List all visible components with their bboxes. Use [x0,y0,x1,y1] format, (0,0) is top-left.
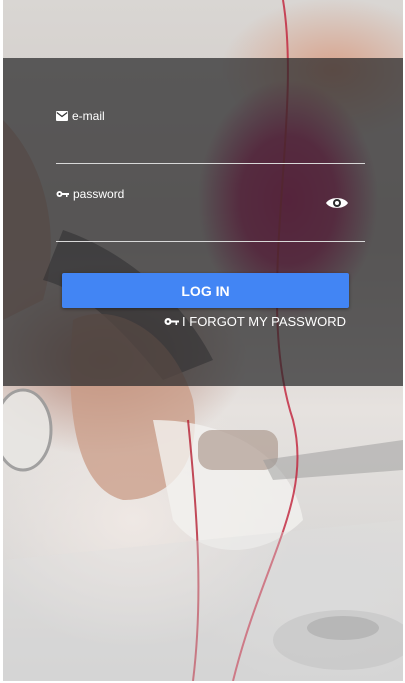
login-button[interactable]: LOG IN [62,273,349,308]
password-label-text: password [73,187,125,201]
email-label-text: e-mail [72,109,105,123]
email-underline [56,163,365,164]
password-field[interactable] [56,217,320,241]
forgot-password-text: I FORGOT MY PASSWORD [182,314,346,329]
key-icon [164,318,180,325]
email-field[interactable] [56,139,320,163]
login-screen: e-mail password LOG IN I FORGOT MY PASSW… [3,0,403,681]
key-icon [56,191,69,197]
forgot-password-link[interactable]: I FORGOT MY PASSWORD [164,314,346,329]
envelope-icon [56,111,68,121]
password-label: password [56,187,124,201]
eye-icon[interactable] [325,195,349,211]
email-label: e-mail [56,109,105,123]
password-underline [56,241,365,242]
